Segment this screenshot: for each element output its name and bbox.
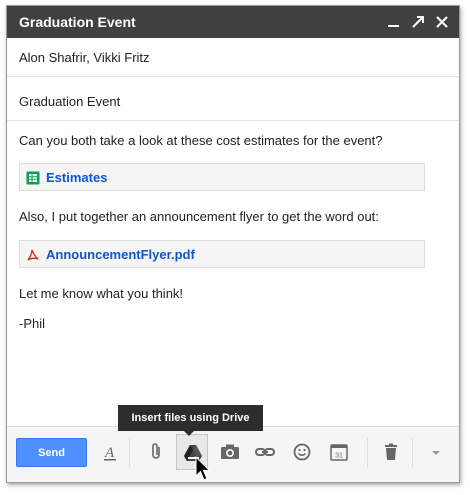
body-line-1: Can you both take a look at these cost e…: [19, 133, 383, 148]
calendar-day: 31: [335, 453, 343, 460]
subject-field[interactable]: Graduation Event: [7, 82, 459, 121]
mouse-cursor-icon: [195, 455, 211, 482]
subject-text: Graduation Event: [19, 94, 121, 109]
to-field[interactable]: Alon Shafrir, Vikki Fritz: [7, 38, 459, 77]
window-controls: [387, 12, 449, 32]
attachment-flyer-label[interactable]: AnnouncementFlyer.pdf: [46, 247, 195, 262]
toolbar-divider: [367, 438, 368, 468]
attachment-estimates-label[interactable]: Estimates: [46, 170, 107, 185]
attachment-flyer[interactable]: AnnouncementFlyer.pdf: [19, 240, 425, 268]
body-line-2: Also, I put together an announcement fly…: [19, 209, 379, 224]
toolbar-divider: [129, 438, 130, 468]
compose-titlebar[interactable]: Graduation Event: [7, 6, 459, 38]
close-icon[interactable]: [435, 15, 449, 29]
send-button[interactable]: Send: [16, 438, 87, 467]
attach-icon[interactable]: [146, 441, 168, 463]
trash-icon[interactable]: [380, 441, 402, 463]
minimize-icon[interactable]: [387, 15, 401, 29]
emoji-icon[interactable]: [291, 441, 313, 463]
popout-icon[interactable]: [411, 15, 425, 29]
body-line-3: Let me know what you think!: [19, 286, 184, 301]
more-options-icon[interactable]: [425, 441, 447, 463]
to-recipients: Alon Shafrir, Vikki Fritz: [19, 50, 150, 65]
formatting-icon[interactable]: A: [99, 441, 121, 463]
attachment-estimates[interactable]: Estimates: [19, 163, 425, 191]
camera-icon[interactable]: [219, 441, 241, 463]
compose-title: Graduation Event: [19, 14, 136, 30]
link-icon[interactable]: [254, 441, 276, 463]
toolbar-divider: [412, 438, 413, 468]
calendar-icon[interactable]: 31: [328, 441, 350, 463]
svg-text:A: A: [104, 445, 115, 461]
sheets-icon: [26, 171, 40, 185]
signature: -Phil: [19, 316, 46, 331]
pdf-icon: [26, 248, 40, 262]
compose-toolbar: Send A 31: [7, 426, 459, 482]
drive-tooltip: Insert files using Drive: [118, 405, 263, 436]
